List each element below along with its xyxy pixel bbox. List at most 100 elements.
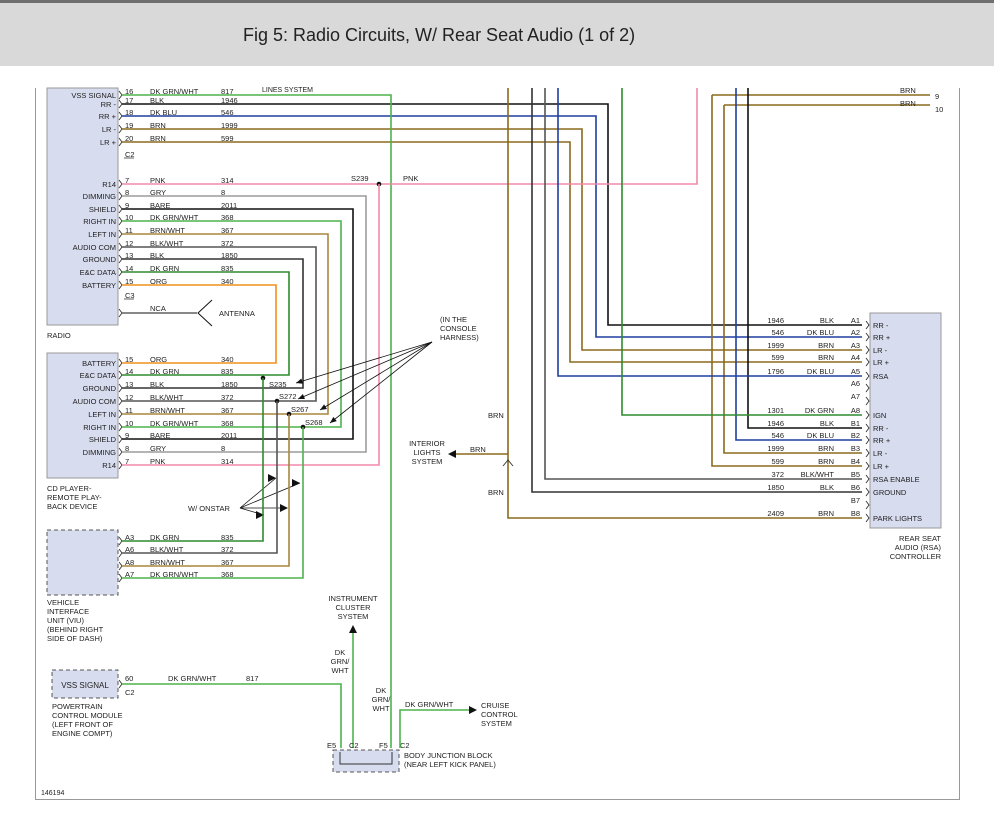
cd-pin-chevron	[118, 370, 123, 380]
circuit-number: 372	[771, 470, 784, 479]
radio-pin-label: SHIELD	[89, 205, 117, 214]
wire-color-label: BLK	[820, 419, 834, 428]
rsa-pin-label: RSA	[873, 372, 888, 381]
cd-pin-label: BATTERY	[82, 359, 116, 368]
cruise-label: CRUISE	[481, 701, 509, 710]
onstar-arrow	[268, 474, 276, 482]
rsa-pin-label: RR -	[873, 424, 889, 433]
console-pointer-head	[296, 378, 303, 384]
radio-pin-chevron	[118, 280, 123, 290]
pin-number: B1	[851, 419, 860, 428]
cd-pin-chevron	[118, 422, 123, 432]
circuit-number: 599	[771, 457, 784, 466]
circuit-number: 1850	[767, 483, 784, 492]
wire-color-label: PNK	[403, 174, 418, 183]
pin-number: A7	[851, 392, 860, 401]
cd-pin-label: RIGHT IN	[83, 423, 116, 432]
wire-color-label: WHT	[372, 704, 389, 713]
pin-number: 60	[125, 674, 133, 683]
radio-pin-label: RR +	[99, 112, 117, 121]
viu-label: VEHICLE	[47, 598, 79, 607]
wire-color-label: DK GRN/WHT	[168, 674, 217, 683]
cd-pin-label: DIMMING	[83, 448, 116, 457]
cluster-label: CLUSTER	[335, 603, 371, 612]
pin-number: A6	[851, 379, 860, 388]
radio-pin-label: BATTERY	[82, 281, 116, 290]
wire-battery	[122, 284, 277, 364]
radio-pin-chevron	[118, 179, 123, 189]
interior-label: SYSTEM	[412, 457, 443, 466]
wire-color-label: BRN	[818, 341, 834, 350]
rsa-pin-chevron	[865, 513, 870, 523]
pin-number: B6	[851, 483, 860, 492]
rsa-pin-label: RR -	[873, 321, 889, 330]
connector-label: C2	[125, 688, 135, 697]
wire-color-label: BRN	[470, 445, 486, 454]
radio-pin-chevron	[118, 308, 123, 318]
pin-number: A8	[851, 406, 860, 415]
wire-color-label: BRN	[818, 457, 834, 466]
rsa-label: CONTROLLER	[890, 552, 942, 561]
bjb-box	[332, 749, 400, 773]
antenna-icon	[197, 299, 213, 327]
rsa-pin-label: RSA ENABLE	[873, 475, 920, 484]
radio-pin-chevron	[118, 229, 123, 239]
rsa-pin-chevron	[865, 448, 870, 458]
wire-ec-data	[122, 271, 290, 376]
wire-rsa-b3	[723, 105, 862, 454]
interior-label: LIGHTS	[413, 448, 440, 457]
viu-label: INTERFACE	[47, 607, 89, 616]
rsa-pin-chevron	[865, 410, 870, 420]
connector-label: C2	[400, 741, 410, 750]
console-pointer	[319, 341, 433, 411]
console-pointer-head	[320, 404, 327, 410]
antenna-label: ANTENNA	[219, 309, 255, 318]
circuit-number: 2409	[767, 509, 784, 518]
splice-label: S235	[269, 380, 287, 389]
cd-pin-chevron	[118, 396, 123, 406]
pin-number: A3	[851, 341, 860, 350]
wire-viu-a3	[122, 378, 264, 542]
cruise-arrow	[469, 706, 477, 714]
wire-rsa-a8	[621, 88, 862, 416]
pcm-pin-chevron	[118, 679, 123, 689]
viu-box	[46, 529, 119, 596]
pcm-box-label: VSS SIGNAL	[61, 681, 109, 690]
pin-number: A5	[851, 367, 860, 376]
viu-label: UNIT (VIU)	[47, 616, 84, 625]
console-pointer	[329, 341, 433, 424]
rsa-pin-chevron	[865, 435, 870, 445]
radio-pin-chevron	[118, 191, 123, 201]
cd-pin-label: SHIELD	[89, 435, 117, 444]
pin-number: B4	[851, 457, 860, 466]
console-pointer-head	[330, 416, 337, 423]
rsa-pin-chevron	[865, 474, 870, 484]
wire-color-label: BLK	[820, 483, 834, 492]
radio-pin-chevron	[118, 137, 123, 147]
rsa-pin-chevron	[865, 332, 870, 342]
pin-number: B2	[851, 431, 860, 440]
radio-pin-chevron	[118, 99, 123, 109]
console-note: (IN THE	[440, 315, 467, 324]
cruise-label: CONTROL	[481, 710, 518, 719]
rsa-pin-label: IGN	[873, 411, 886, 420]
rsa-label: REAR SEAT	[899, 534, 941, 543]
wire-color-label: DK	[335, 648, 345, 657]
figure-id: 146194	[41, 790, 64, 797]
pcm-label: CONTROL MODULE	[52, 711, 123, 720]
pcm-label: (LEFT FRONT OF	[52, 720, 113, 729]
radio-pin-label: RR -	[101, 100, 117, 109]
rsa-pin-label: LR +	[873, 358, 890, 367]
pcm-label: ENGINE COMPT)	[52, 729, 113, 738]
radio-pin-label: LEFT IN	[88, 230, 116, 239]
radio-pin-label: VSS SIGNAL	[71, 91, 116, 100]
viu-pin-chevron	[118, 561, 123, 571]
radio-pin-label: AUDIO COM	[73, 243, 116, 252]
cd-pin-chevron	[118, 434, 123, 444]
wire-r14-pnk	[122, 88, 698, 185]
cd-pin-chevron	[118, 409, 123, 419]
wire-color-label: BLK/WHT	[801, 470, 835, 479]
wire-color-label: GRN/	[372, 695, 392, 704]
splice-label: S268	[305, 418, 323, 427]
console-pointer	[297, 341, 433, 400]
